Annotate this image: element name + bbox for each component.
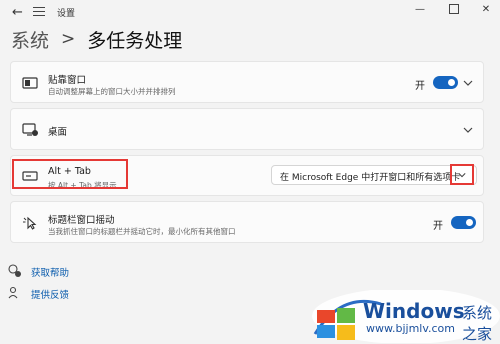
title-bar-shake-title: 标题栏窗口摇动 bbox=[48, 215, 115, 226]
feedback-icon bbox=[8, 286, 18, 299]
get-help-link[interactable]: 获取帮助 bbox=[31, 265, 69, 279]
desktops-title: 桌面 bbox=[48, 127, 68, 138]
title-bar-shake-card[interactable]: 标题栏窗口摇动 当我抓住窗口的标题栏并摇动它时，最小化所有其他窗口 开 bbox=[10, 201, 484, 243]
watermark-brand-cn: 系统之家 bbox=[462, 304, 493, 343]
maximize-button[interactable] bbox=[438, 0, 470, 20]
maximize-icon bbox=[449, 4, 459, 14]
title-bar-shake-desc: 当我抓住窗口的标题栏并摇动它时，最小化所有其他窗口 bbox=[48, 227, 236, 236]
snap-toggle-label: 开 bbox=[415, 81, 425, 92]
breadcrumb: 系统 > 多任务处理 bbox=[11, 24, 182, 54]
back-arrow-icon[interactable]: ← bbox=[12, 5, 23, 20]
snap-layout-icon bbox=[22, 77, 38, 89]
snap-windows-desc: 自动调整屏幕上的窗口大小并并排排列 bbox=[48, 87, 176, 96]
shake-toggle-label: 开 bbox=[433, 221, 443, 232]
snap-toggle[interactable] bbox=[433, 76, 458, 89]
snap-windows-title: 贴靠窗口 bbox=[48, 75, 87, 86]
watermark-brand: Windows bbox=[363, 299, 465, 323]
snap-windows-card[interactable]: 贴靠窗口 自动调整屏幕上的窗口大小并并排排列 开 bbox=[10, 61, 484, 103]
watermark-url: www.bjjmlv.com bbox=[366, 322, 455, 335]
desktops-card[interactable]: 桌面 bbox=[10, 108, 484, 150]
cursor-shake-icon bbox=[23, 216, 37, 230]
close-button[interactable]: ✕ bbox=[470, 0, 500, 20]
breadcrumb-parent[interactable]: 系统 bbox=[11, 26, 49, 53]
breadcrumb-separator: > bbox=[61, 29, 76, 49]
minimize-button[interactable]: — bbox=[404, 0, 436, 20]
page-title: 多任务处理 bbox=[87, 29, 183, 52]
dropdown-highlight-box[interactable] bbox=[450, 164, 474, 185]
give-feedback-link[interactable]: 提供反馈 bbox=[31, 287, 69, 301]
help-icon bbox=[8, 264, 21, 277]
alt-tab-selected-value: 在 Microsoft Edge 中打开窗口和所有选项卡 bbox=[280, 173, 461, 183]
chevron-down-icon[interactable] bbox=[463, 125, 473, 135]
hamburger-menu-icon[interactable] bbox=[33, 7, 45, 19]
chevron-down-icon[interactable] bbox=[458, 171, 466, 179]
shake-toggle[interactable] bbox=[451, 216, 476, 229]
alt-tab-dropdown[interactable]: 在 Microsoft Edge 中打开窗口和所有选项卡 bbox=[271, 165, 477, 185]
chevron-down-icon[interactable] bbox=[463, 78, 473, 88]
alt-tab-highlight-box bbox=[12, 159, 128, 189]
app-title: 设置 bbox=[57, 9, 76, 19]
title-bar: ← 设置 — ✕ bbox=[0, 0, 500, 26]
desktop-icon bbox=[22, 123, 38, 136]
